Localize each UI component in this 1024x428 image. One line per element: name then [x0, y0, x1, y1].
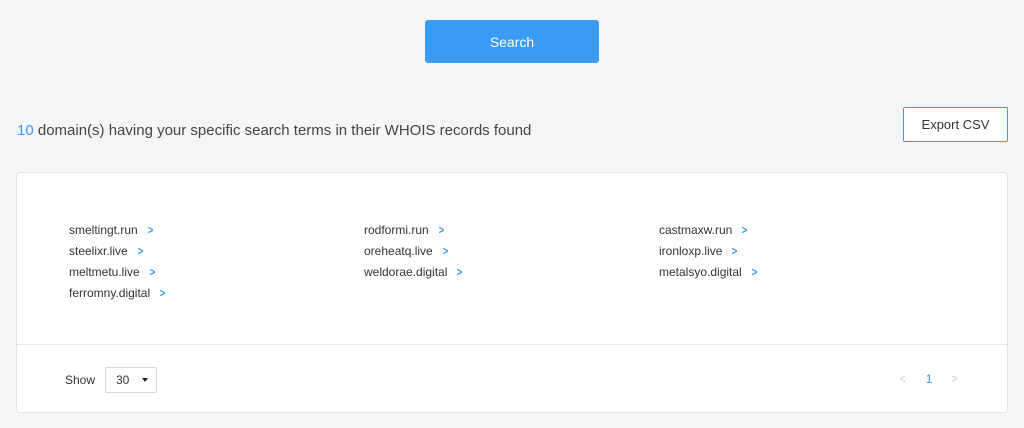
domain-item[interactable]: metalsyo.digital >	[659, 261, 954, 282]
domain-name: rodformi.run	[364, 222, 429, 237]
domain-name: steelixr.live	[69, 243, 128, 258]
pagination: < 1 >	[899, 371, 959, 386]
page-number-current[interactable]: 1	[926, 372, 933, 386]
results-count: 10	[17, 122, 34, 139]
domain-item[interactable]: rodformi.run >	[364, 219, 659, 240]
domain-item[interactable]: weldorae.digital >	[364, 261, 659, 282]
domain-name: weldorae.digital	[364, 264, 448, 279]
chevron-right-icon: >	[457, 264, 463, 279]
domain-name: metalsyo.digital	[659, 264, 742, 279]
chevron-left-icon[interactable]: <	[900, 371, 906, 386]
chevron-right-icon: >	[732, 243, 738, 258]
chevron-right-icon: >	[149, 264, 156, 279]
domain-name: castmaxw.run	[659, 222, 733, 237]
domain-item[interactable]: ironloxp.live >	[659, 240, 954, 261]
domain-list: smeltingt.run > rodformi.run > castmaxw.ru…	[69, 219, 959, 303]
domain-item[interactable]: steelixr.live >	[69, 240, 364, 261]
domain-name: ironloxp.live	[659, 243, 723, 258]
chevron-right-icon: >	[442, 243, 449, 258]
chevron-right-icon: >	[147, 222, 154, 237]
page-size-select[interactable]: 30	[105, 367, 157, 393]
page-size-value: 30	[116, 373, 130, 387]
chevron-right-icon: >	[159, 285, 166, 300]
chevron-right-icon: >	[742, 222, 748, 237]
chevron-right-icon: >	[137, 243, 144, 258]
domain-item[interactable]: castmaxw.run >	[659, 219, 954, 240]
chevron-right-icon: >	[751, 264, 758, 279]
domain-name: oreheatq.live	[364, 243, 433, 258]
domain-item[interactable]: smeltingt.run >	[69, 219, 364, 240]
card-divider	[17, 344, 1007, 345]
show-label: Show	[65, 373, 96, 387]
search-button[interactable]: Search	[425, 20, 599, 63]
export-csv-button[interactable]: Export CSV	[903, 107, 1008, 142]
chevron-right-icon: >	[438, 222, 445, 237]
domain-item[interactable]: ferromny.digital >	[69, 282, 364, 303]
results-card: smeltingt.run > rodformi.run > castmaxw.ru…	[16, 172, 1008, 413]
chevron-right-icon[interactable]: >	[952, 371, 958, 386]
domain-name: smeltingt.run	[69, 222, 138, 237]
domain-name: ferromny.digital	[69, 285, 151, 300]
results-heading: 10 domain(s) having your specific search…	[17, 122, 531, 139]
results-heading-text: domain(s) having your specific search te…	[33, 122, 532, 139]
domain-item[interactable]: meltmetu.live >	[69, 261, 364, 282]
domain-name: meltmetu.live	[69, 264, 140, 279]
caret-down-icon	[142, 378, 148, 382]
domain-item[interactable]: oreheatq.live >	[364, 240, 659, 261]
